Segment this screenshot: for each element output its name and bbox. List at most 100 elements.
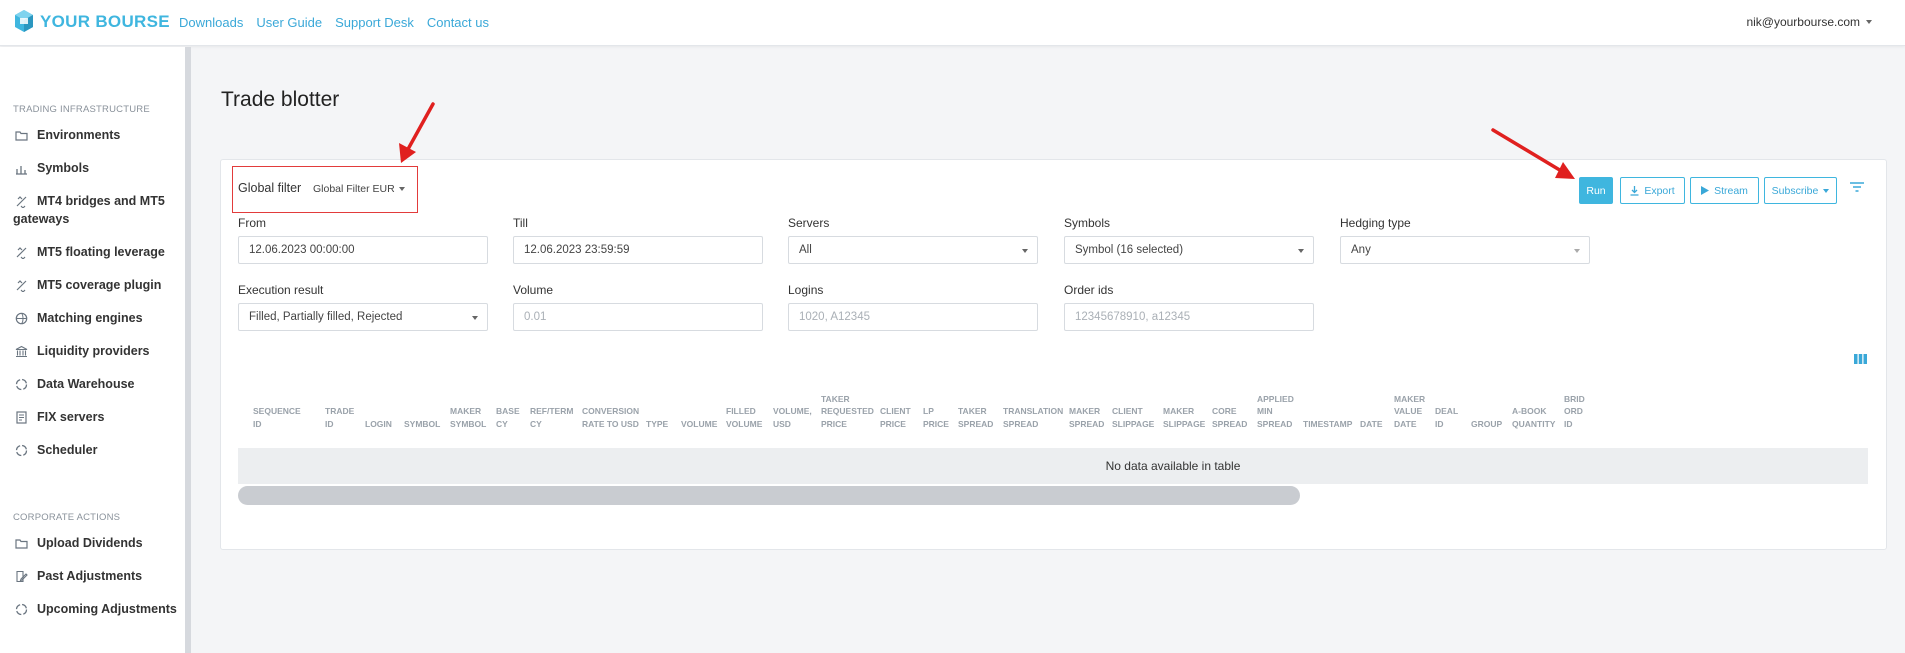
table-column-header[interactable]: CLIENT SLIPPAGE xyxy=(1112,405,1154,430)
sidebar-item-symbols[interactable]: Symbols xyxy=(0,161,89,175)
table-column-header[interactable]: MAKER SPREAD xyxy=(1069,405,1104,430)
sidebar-section-title: TRADING INFRASTRUCTURE xyxy=(13,104,150,115)
order-ids-input[interactable]: 12345678910, a12345 xyxy=(1064,303,1314,331)
sidebar-item-matching-engines[interactable]: Matching engines xyxy=(0,311,143,325)
table-column-header[interactable]: VOLUME, USD xyxy=(773,405,812,430)
table-column-header[interactable]: APPLIED MIN SPREAD xyxy=(1257,393,1294,431)
global-filter-value: Global Filter EUR xyxy=(313,183,395,195)
circle-icon xyxy=(15,444,28,457)
table-column-header[interactable]: MAKER VALUE DATE xyxy=(1394,393,1425,431)
table-column-header[interactable]: GROUP xyxy=(1471,418,1502,431)
global-filter-label: Global filter xyxy=(238,181,302,195)
hedging-type-value: Any xyxy=(1351,244,1371,256)
bank-icon xyxy=(15,345,28,358)
sidebar-item-mt5-coverage-plugin[interactable]: MT5 coverage plugin xyxy=(0,278,161,292)
table-column-header[interactable]: MAKER SYMBOL xyxy=(450,405,486,430)
logins-input[interactable]: 1020, A12345 xyxy=(788,303,1038,331)
table-column-header[interactable]: CONVERSION RATE TO USD xyxy=(582,405,639,430)
sidebar-item-label: MT5 floating leverage xyxy=(37,245,165,259)
execution-result-value: Filled, Partially filled, Rejected xyxy=(249,311,403,323)
till-date-input[interactable]: 12.06.2023 23:59:59 xyxy=(513,236,763,264)
table-column-header[interactable]: CLIENT PRICE xyxy=(880,405,911,430)
table-column-header[interactable]: LOGIN xyxy=(365,418,392,431)
servers-label: Servers xyxy=(788,216,830,230)
symbols-select[interactable]: Symbol (16 selected) xyxy=(1064,236,1314,264)
top-bar: YOUR BOURSE Downloads User Guide Support… xyxy=(0,0,1905,46)
horizontal-scrollbar[interactable] xyxy=(238,486,1300,505)
sidebar: TRADING INFRASTRUCTURE Environments Symb… xyxy=(0,47,191,653)
chevron-down-icon xyxy=(398,187,405,191)
table-column-header[interactable]: REF/TERM CY xyxy=(530,405,573,430)
till-label: Till xyxy=(513,216,528,230)
nav-user-guide[interactable]: User Guide xyxy=(256,15,322,30)
sidebar-item-mt5-floating-leverage[interactable]: MT5 floating leverage xyxy=(0,245,165,259)
logins-label: Logins xyxy=(788,283,824,297)
table-column-header[interactable]: SEQUENCE ID xyxy=(253,405,301,430)
sidebar-item-past-adjustments[interactable]: Past Adjustments xyxy=(0,569,142,583)
sidebar-item-mt4-bridges[interactable]: MT4 bridges and MT5 gateways xyxy=(0,194,165,226)
table-column-header[interactable]: TAKER SPREAD xyxy=(958,405,993,430)
table-column-header[interactable]: SYMBOL xyxy=(404,418,440,431)
table-column-header[interactable]: DATE xyxy=(1360,418,1383,431)
sidebar-item-label: MT5 coverage plugin xyxy=(37,278,162,292)
table-header: SEQUENCE ID TRADE ID LOGIN SYMBOL MAKER SYMBOL B… xyxy=(238,390,1868,434)
table-column-header[interactable]: BASE CY xyxy=(496,405,520,430)
hedging-type-label: Hedging type xyxy=(1340,216,1411,230)
sidebar-item-data-warehouse[interactable]: Data Warehouse xyxy=(0,377,134,391)
nav-contact-us[interactable]: Contact us xyxy=(427,15,489,30)
from-date-input[interactable]: 12.06.2023 00:00:00 xyxy=(238,236,488,264)
page-title: Trade blotter xyxy=(221,88,340,111)
folder-icon xyxy=(15,129,28,142)
circle-icon xyxy=(15,378,28,391)
run-button[interactable]: Run xyxy=(1579,177,1613,204)
sidebar-item-scheduler[interactable]: Scheduler xyxy=(0,443,97,457)
filter-icon[interactable] xyxy=(1849,179,1865,195)
table-column-header[interactable]: MAKER SLIPPAGE xyxy=(1163,405,1205,430)
sidebar-item-fix-servers[interactable]: FIX servers xyxy=(0,410,104,424)
sidebar-item-label: FIX servers xyxy=(37,410,105,424)
execution-result-select[interactable]: Filled, Partially filled, Rejected xyxy=(238,303,488,331)
servers-select[interactable]: All xyxy=(788,236,1038,264)
sidebar-item-label: Scheduler xyxy=(37,443,98,457)
table-column-header[interactable]: TRANSLATION SPREAD xyxy=(1003,405,1063,430)
sidebar-item-label: Symbols xyxy=(37,161,90,175)
brand-name: YOUR BOURSE xyxy=(40,12,170,31)
download-icon xyxy=(1630,185,1639,196)
subscribe-button[interactable]: Subscribe xyxy=(1764,177,1837,204)
nav-support-desk[interactable]: Support Desk xyxy=(335,15,414,30)
export-button[interactable]: Export xyxy=(1620,177,1685,204)
edit-icon xyxy=(15,570,28,583)
chevron-down-icon xyxy=(1866,20,1872,24)
chevron-down-icon xyxy=(1823,188,1830,193)
brand-logo[interactable]: YOUR BOURSE xyxy=(14,9,170,35)
table-column-header[interactable]: TIMESTAMP xyxy=(1303,418,1352,431)
subscribe-button-label: Subscribe xyxy=(1771,184,1819,197)
volume-label: Volume xyxy=(513,283,554,297)
volume-input[interactable]: 0.01 xyxy=(513,303,763,331)
nav-downloads[interactable]: Downloads xyxy=(179,15,243,30)
sidebar-item-label: Upload Dividends xyxy=(37,536,143,550)
table-column-header[interactable]: A-BOOK QUANTITY xyxy=(1512,405,1555,430)
table-column-header[interactable]: FILLED VOLUME xyxy=(726,405,762,430)
table-column-header[interactable]: DEAL ID xyxy=(1435,405,1458,430)
sidebar-item-liquidity-providers[interactable]: Liquidity providers xyxy=(0,344,150,358)
empty-table-message: No data available in table xyxy=(1105,459,1241,473)
table-column-header[interactable]: TYPE xyxy=(646,418,668,431)
sidebar-item-label: Data Warehouse xyxy=(37,377,135,391)
sidebar-item-label: Environments xyxy=(37,128,121,142)
table-column-header[interactable]: TRADE ID xyxy=(325,405,354,430)
user-menu[interactable]: nik@yourbourse.com xyxy=(1746,15,1872,29)
sidebar-item-upload-dividends[interactable]: Upload Dividends xyxy=(0,536,143,550)
columns-icon[interactable] xyxy=(1854,354,1867,364)
sidebar-item-upcoming-adjustments[interactable]: Upcoming Adjustments xyxy=(0,602,177,616)
stream-button[interactable]: Stream xyxy=(1690,177,1759,204)
hedging-type-select[interactable]: Any xyxy=(1340,236,1590,264)
table-column-header[interactable]: LP PRICE xyxy=(923,405,949,430)
table-column-header[interactable]: TAKER REQUESTED PRICE xyxy=(821,393,874,431)
chevron-down-icon xyxy=(472,316,478,320)
sidebar-item-environments[interactable]: Environments xyxy=(0,128,120,142)
table-column-header[interactable]: CORE SPREAD xyxy=(1212,405,1247,430)
table-column-header[interactable]: VOLUME xyxy=(681,418,717,431)
global-filter-select[interactable]: Global Filter EUR xyxy=(313,183,405,195)
table-column-header[interactable]: BRID ORD ID xyxy=(1564,393,1585,431)
